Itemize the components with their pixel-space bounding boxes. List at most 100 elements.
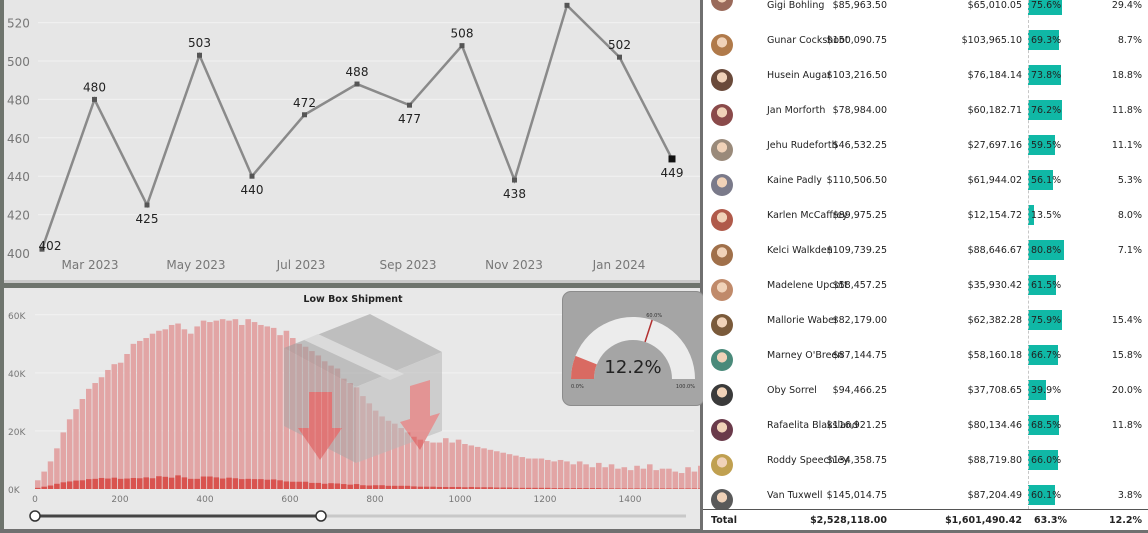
hist-bar[interactable] [66,419,73,489]
hist-bar[interactable] [532,458,538,489]
hist-bar[interactable] [653,470,659,489]
hist-bar[interactable] [54,448,60,489]
hist-bar[interactable] [698,465,704,489]
line-point[interactable] [668,155,676,163]
hist-bar[interactable] [481,448,487,489]
hist-bar[interactable] [525,458,532,489]
hist-bar[interactable] [513,455,519,489]
hist-bar[interactable] [449,442,455,489]
hist-bar-low[interactable] [143,477,149,489]
line-point[interactable] [197,52,202,58]
hist-bar[interactable] [277,335,283,489]
hist-bar-low[interactable] [423,486,430,489]
hist-bar-low[interactable] [309,482,315,489]
hist-bar-low[interactable] [162,476,169,489]
table-row[interactable]: Jan Morforth $78,984.00 $60,182.71 76.2% 11.… [703,98,1148,133]
hist-bar-low[interactable] [181,477,188,489]
hist-bar[interactable] [92,383,98,489]
line-point[interactable] [354,81,360,87]
hist-bar[interactable] [659,468,666,489]
hist-bar-low[interactable] [130,477,137,489]
hist-bar-low[interactable] [66,481,73,489]
hist-bar[interactable] [640,468,647,489]
hist-bar[interactable] [551,461,557,489]
hist-bar-low[interactable] [698,488,704,489]
hist-bar-low[interactable] [481,487,487,489]
hist-bar-low[interactable] [277,480,283,489]
hist-bar[interactable] [494,451,500,489]
hist-bar-low[interactable] [360,485,366,489]
hist-bar-low[interactable] [124,478,130,489]
hist-bar-low[interactable] [659,488,666,489]
hist-bar-low[interactable] [468,486,475,489]
hist-bar-low[interactable] [532,487,538,489]
hist-bar-low[interactable] [589,488,596,489]
table-row[interactable]: Jehu Rudeforth $46,532.25 $27,697.16 59.5% 1… [703,133,1148,168]
hist-bar-low[interactable] [283,481,290,489]
hist-bar[interactable] [168,324,175,489]
hist-bar-low[interactable] [551,488,557,489]
hist-bar-low[interactable] [54,483,60,489]
hist-bar-low[interactable] [194,478,200,489]
line-point[interactable] [407,102,412,108]
line-point[interactable] [617,54,622,60]
hist-bar[interactable] [672,471,679,489]
hist-bar-low[interactable] [392,485,398,489]
hist-bar[interactable] [455,439,462,489]
hist-bar-low[interactable] [513,487,519,489]
hist-bar[interactable] [251,322,258,489]
hist-bar-low[interactable] [290,481,296,489]
range-slider-handle-min[interactable] [29,510,41,522]
hist-bar[interactable] [462,444,468,489]
hist-bar-low[interactable] [519,487,526,489]
hist-bar[interactable] [35,480,41,489]
hist-bar-low[interactable] [347,484,353,489]
hist-bar-low[interactable] [564,488,570,489]
hist-bar[interactable] [124,354,130,489]
table-row[interactable]: Karlen McCaffrey $89,975.25 $12,154.72 13.5… [703,203,1148,238]
hist-bar-low[interactable] [79,480,86,489]
line-point[interactable] [92,96,97,102]
hist-bar[interactable] [691,471,698,489]
hist-bar[interactable] [411,436,417,489]
hist-bar[interactable] [519,457,526,489]
hist-bar[interactable] [47,461,54,489]
hist-bar[interactable] [200,320,207,489]
hist-bar-low[interactable] [251,479,258,489]
hist-bar-low[interactable] [487,487,494,489]
hist-bar[interactable] [474,446,481,489]
hist-bar[interactable] [430,442,436,489]
hist-bar-low[interactable] [583,488,589,489]
hist-bar-low[interactable] [156,476,162,489]
hist-bar[interactable] [111,364,118,489]
hist-bar-low[interactable] [602,488,608,489]
hist-bar[interactable] [468,445,475,489]
hist-bar[interactable] [60,432,67,489]
hist-bar-low[interactable] [149,478,156,489]
hist-bar-low[interactable] [436,486,443,489]
hist-bar[interactable] [678,473,685,489]
hist-bar-low[interactable] [608,488,615,489]
hist-bar-low[interactable] [647,488,653,489]
hist-bar-low[interactable] [634,488,640,489]
hist-bar-low[interactable] [685,488,691,489]
hist-bar[interactable] [608,464,615,489]
hist-bar[interactable] [175,323,181,489]
table-row[interactable]: Gunar Cockshoot $150,090.75 $103,965.10 69.… [703,28,1148,63]
hist-bar-low[interactable] [372,485,379,489]
hist-bar-low[interactable] [105,478,111,489]
hist-bar[interactable] [181,329,188,489]
table-row[interactable]: Rafaelita Blaksland $116,921.25 $80,134.46… [703,413,1148,448]
hist-bar[interactable] [156,330,162,489]
hist-bar-low[interactable] [576,488,583,489]
hist-bar-low[interactable] [232,478,239,489]
hist-bar[interactable] [86,388,92,489]
hist-bar[interactable] [423,441,430,489]
hist-bar[interactable] [194,326,200,489]
hist-bar-low[interactable] [213,477,220,489]
hist-bar-low[interactable] [455,486,462,489]
hist-bar[interactable] [666,468,672,489]
hist-bar-low[interactable] [653,488,659,489]
hist-bar-low[interactable] [239,479,245,489]
hist-bar-low[interactable] [47,485,54,489]
